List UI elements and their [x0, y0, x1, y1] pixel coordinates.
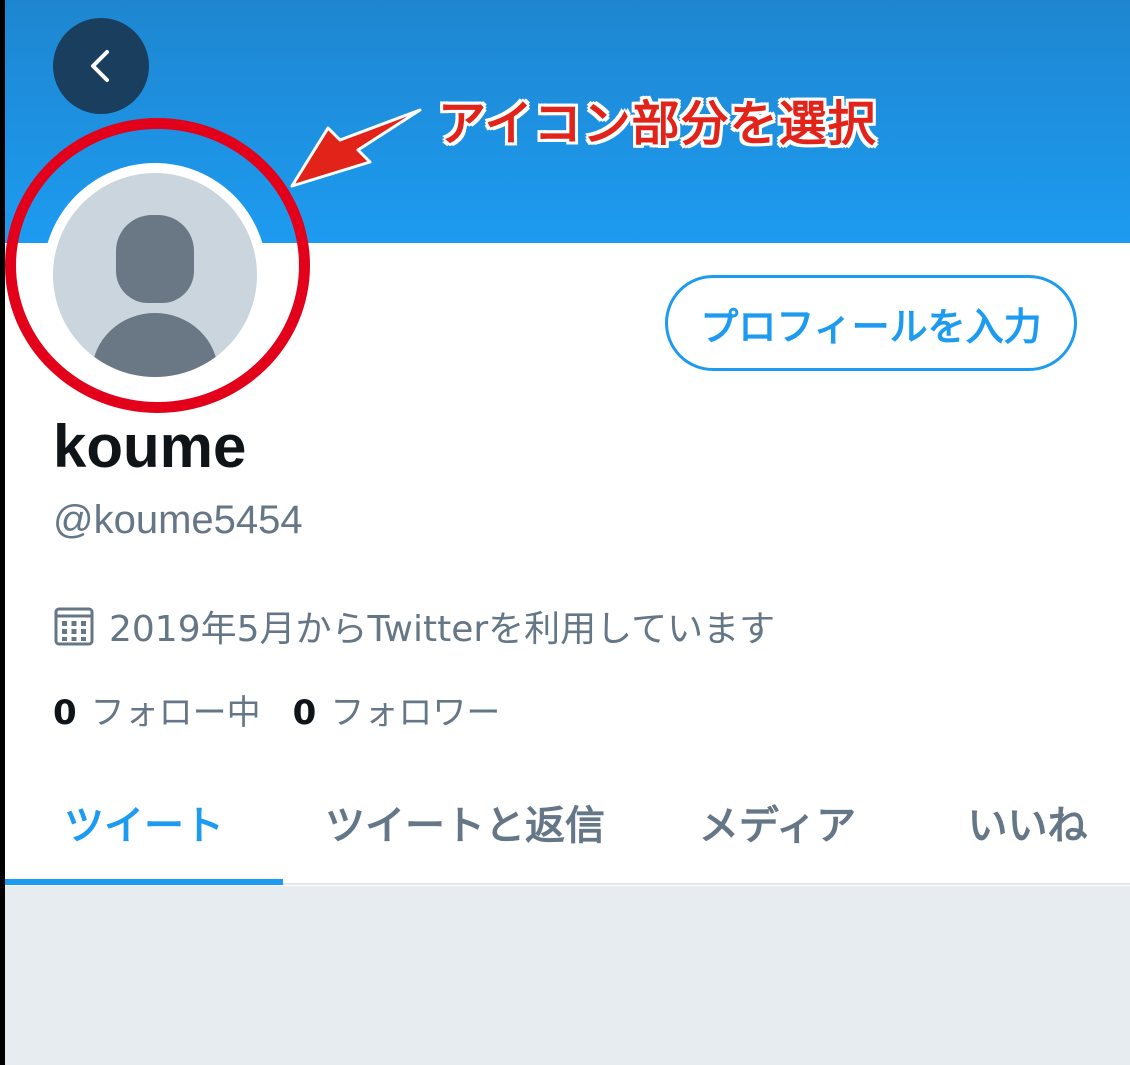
back-arrow-icon	[91, 50, 109, 82]
tab-tweets-and-replies[interactable]: ツイートと返信	[295, 760, 635, 883]
back-button[interactable]	[53, 18, 149, 114]
calendar-icon	[54, 607, 94, 646]
following-count: 0	[53, 693, 77, 733]
annotation-label: アイコン部分を選択	[438, 96, 877, 152]
followers-stat[interactable]: 0 フォロワー	[293, 685, 501, 734]
annotation-highlight-circle	[5, 118, 310, 413]
follow-stats: 0 フォロー中 0 フォロワー	[53, 685, 532, 734]
tab-tweets[interactable]: ツイート	[5, 760, 283, 883]
edit-profile-button[interactable]: プロフィールを入力	[665, 275, 1077, 371]
left-edge	[0, 0, 5, 1065]
active-tab-indicator	[5, 879, 283, 885]
handle: @koume5454	[53, 498, 303, 542]
timeline-area	[5, 886, 1130, 1065]
joined-date: 2019年5月からTwitterを利用しています	[53, 600, 775, 652]
following-stat[interactable]: 0 フォロー中	[53, 685, 261, 734]
tab-media[interactable]: メディア	[665, 760, 890, 883]
joined-text: 2019年5月からTwitterを利用しています	[109, 609, 776, 650]
profile-tabs: ツイート ツイートと返信 メディア いいね	[5, 760, 1130, 885]
followers-label: フォロワー	[330, 693, 501, 733]
following-label: フォロー中	[90, 693, 261, 733]
followers-count: 0	[292, 693, 317, 733]
annotation-arrow-icon	[290, 108, 422, 188]
display-name: koume	[53, 413, 247, 480]
tab-likes[interactable]: いいね	[925, 760, 1130, 883]
